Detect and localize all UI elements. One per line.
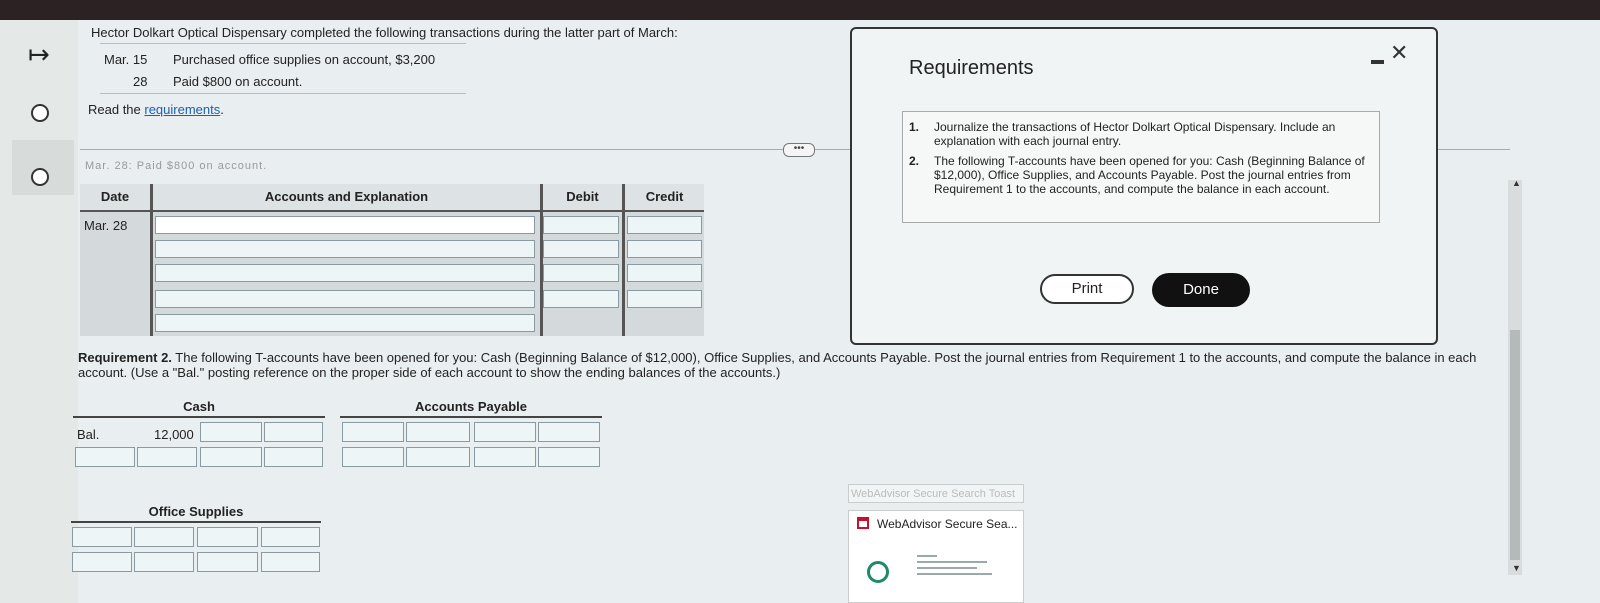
webadvisor-logo-icon <box>857 517 869 529</box>
cash-input[interactable] <box>264 447 323 467</box>
account-input[interactable] <box>155 216 535 234</box>
office-supplies-title: Office Supplies <box>148 504 244 519</box>
requirement-2-label: Requirement 2. <box>78 350 172 365</box>
requirement-text: Journalize the transactions of Hector Do… <box>934 120 1336 148</box>
cash-input[interactable] <box>137 447 197 467</box>
done-button[interactable]: Done <box>1152 273 1250 307</box>
requirements-list: 1. Journalize the transactions of Hector… <box>902 111 1380 223</box>
office-supplies-input[interactable] <box>197 527 258 547</box>
expand-ellipsis-button[interactable]: ••• <box>783 143 815 157</box>
debit-input[interactable] <box>543 240 619 258</box>
read-prefix: Read the <box>88 102 145 117</box>
accounts-payable-input[interactable] <box>474 422 536 442</box>
date-header: Date <box>80 184 150 212</box>
requirements-modal: Requirements ✕ 1. Journalize the transac… <box>850 27 1438 345</box>
expand-arrow-icon[interactable]: ↦ <box>28 40 50 70</box>
left-rail: ↦ <box>0 20 78 603</box>
accounts-payable-input[interactable] <box>406 422 470 442</box>
office-supplies-input[interactable] <box>197 552 258 572</box>
scroll-up-icon[interactable]: ▲ <box>1512 178 1521 188</box>
accounts-payable-input[interactable] <box>406 447 470 467</box>
account-input[interactable] <box>155 290 535 308</box>
requirements-link[interactable]: requirements <box>144 102 220 117</box>
radio-option-1[interactable] <box>31 104 49 122</box>
debit-input[interactable] <box>543 264 619 282</box>
explanation-input[interactable] <box>155 314 535 332</box>
office-supplies-input[interactable] <box>261 527 320 547</box>
accounts-payable-input[interactable] <box>474 447 536 467</box>
t-account-line <box>71 521 321 523</box>
column-separator <box>150 184 153 336</box>
transaction-date: 28 <box>133 74 148 89</box>
column-separator <box>540 184 543 336</box>
cash-input[interactable] <box>200 422 262 442</box>
debit-input[interactable] <box>543 290 619 308</box>
transaction-description: Paid $800 on account. <box>173 74 303 89</box>
progress-ring-icon <box>867 561 889 583</box>
accounts-payable-title: Accounts Payable <box>415 399 527 414</box>
requirement-item: 2. The following T-accounts have been op… <box>909 154 1365 214</box>
requirement-number: 1. <box>909 120 920 134</box>
webadvisor-title: WebAdvisor Secure Sea... <box>877 517 1018 531</box>
office-supplies-input[interactable] <box>72 527 132 547</box>
top-bar <box>0 0 1600 20</box>
office-supplies-input[interactable] <box>134 552 194 572</box>
office-supplies-input[interactable] <box>134 527 194 547</box>
column-separator <box>622 184 625 336</box>
t-account-line <box>73 416 325 418</box>
credit-input[interactable] <box>627 290 702 308</box>
toast-thumbnail <box>917 555 997 579</box>
print-button[interactable]: Print <box>1040 274 1134 304</box>
read-suffix: . <box>220 102 224 117</box>
accounts-payable-input[interactable] <box>342 422 404 442</box>
debit-header: Debit <box>543 184 622 212</box>
radio-option-2[interactable] <box>31 168 49 186</box>
credit-input[interactable] <box>627 216 702 234</box>
minimize-icon[interactable] <box>1371 60 1384 64</box>
transaction-date: Mar. 15 <box>104 52 148 67</box>
credit-input[interactable] <box>627 264 702 282</box>
close-icon[interactable]: ✕ <box>1390 41 1408 66</box>
accounts-payable-input[interactable] <box>538 422 600 442</box>
t-account-line <box>340 416 602 418</box>
cash-title: Cash <box>183 399 215 414</box>
journal-date: Mar. 28 <box>84 218 128 233</box>
cash-input[interactable] <box>264 422 323 442</box>
webadvisor-toast[interactable]: WebAdvisor Secure Sea... <box>848 510 1024 603</box>
account-input[interactable] <box>155 240 535 258</box>
divider <box>100 43 466 44</box>
read-requirements: Read the requirements. <box>88 102 224 117</box>
scrollbar-thumb[interactable] <box>1510 330 1520 560</box>
requirement-2-body: The following T-accounts have been opene… <box>78 350 1477 380</box>
cash-input[interactable] <box>200 447 262 467</box>
journal-table: Date Accounts and Explanation Debit Cred… <box>80 184 704 336</box>
requirement-item: 1. Journalize the transactions of Hector… <box>909 120 1364 150</box>
cash-input[interactable] <box>75 447 135 467</box>
rail-highlight <box>12 140 74 195</box>
accounts-payable-input[interactable] <box>342 447 404 467</box>
cash-bal-value: 12,000 <box>154 427 194 442</box>
modal-title: Requirements <box>909 57 1034 79</box>
requirement-2-text: Requirement 2. The following T-accounts … <box>78 350 1498 380</box>
scroll-down-icon[interactable]: ▼ <box>1512 563 1521 573</box>
accounts-payable-input[interactable] <box>538 447 600 467</box>
accounts-header: Accounts and Explanation <box>153 184 540 212</box>
cash-bal-label: Bal. <box>77 427 100 442</box>
requirement-number: 2. <box>909 154 920 168</box>
office-supplies-input[interactable] <box>261 552 320 572</box>
problem-intro: Hector Dolkart Optical Dispensary comple… <box>91 25 678 40</box>
credit-header: Credit <box>625 184 704 212</box>
faded-entry-header: Mar. 28: Paid $800 on account. <box>85 160 268 172</box>
account-input[interactable] <box>155 264 535 282</box>
debit-input[interactable] <box>543 216 619 234</box>
credit-input[interactable] <box>627 240 702 258</box>
office-supplies-input[interactable] <box>72 552 132 572</box>
requirement-text: The following T-accounts have been opene… <box>934 154 1365 196</box>
webadvisor-ghost-notification: WebAdvisor Secure Search Toast <box>848 484 1024 503</box>
transaction-description: Purchased office supplies on account, $3… <box>173 52 436 67</box>
divider <box>100 93 466 94</box>
